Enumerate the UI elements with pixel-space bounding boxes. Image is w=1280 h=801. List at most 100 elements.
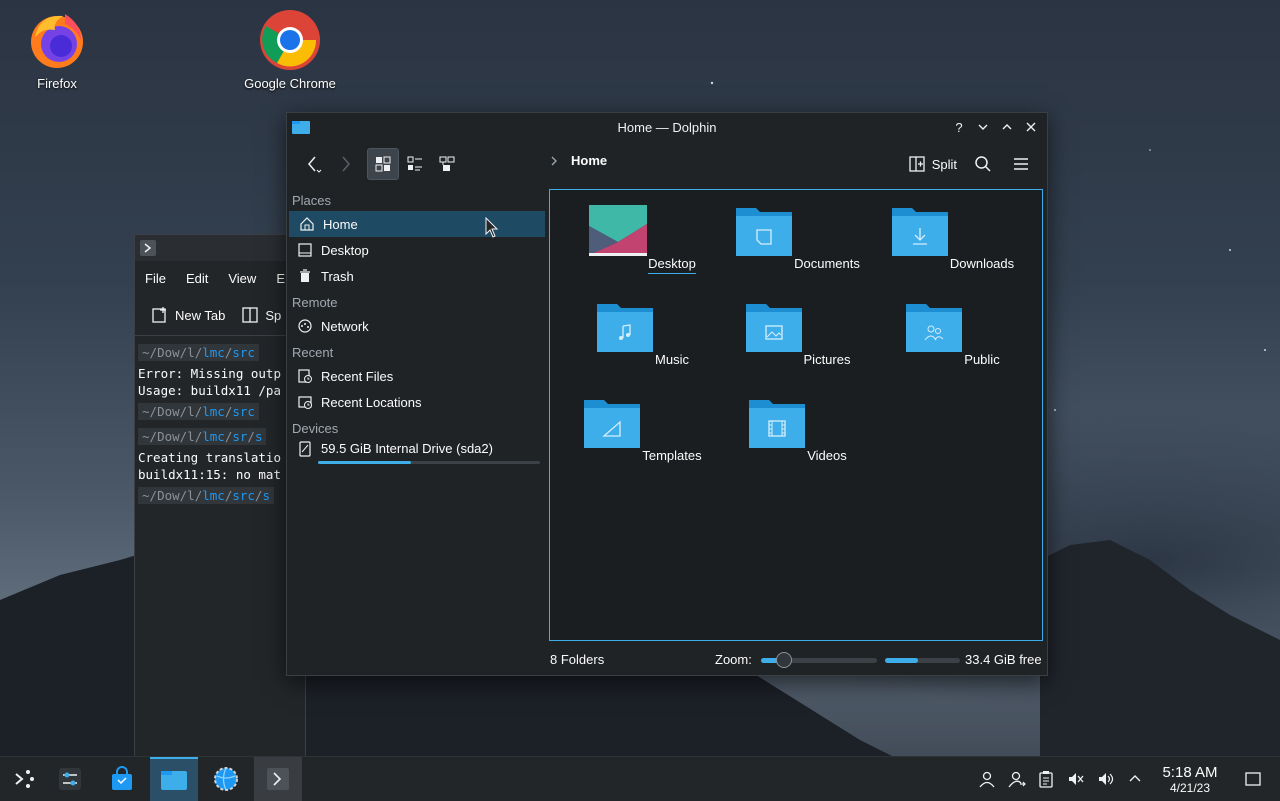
menu-view[interactable]: View [218, 271, 266, 286]
back-arrow-icon [308, 156, 322, 173]
places-section-places: Places [292, 193, 332, 208]
store-bag-icon [112, 766, 132, 790]
split-view-button[interactable]: Sp [225, 306, 281, 324]
places-item-trash[interactable]: Trash [287, 263, 547, 289]
volume-tray[interactable] [1093, 757, 1119, 801]
minimize-button[interactable] [973, 117, 993, 137]
hamburger-menu-button[interactable] [1005, 148, 1037, 180]
browser-task[interactable] [202, 757, 250, 801]
folder-videos[interactable]: Videos [732, 396, 862, 463]
places-section-remote: Remote [292, 295, 338, 310]
user-switch-icon [1008, 771, 1026, 788]
system-settings-task[interactable] [46, 757, 94, 801]
chrome-label: Google Chrome [244, 76, 336, 91]
folder-desktop[interactable]: Desktop [577, 204, 707, 274]
folder-templates[interactable]: Templates [577, 396, 707, 463]
dolphin-window[interactable]: Home — Dolphin ? Home Split Places Home … [286, 112, 1048, 676]
prompt-path-segment: l [187, 345, 195, 360]
downloads-folder-icon [891, 208, 948, 256]
details-view-button[interactable] [431, 148, 463, 180]
places-item-label: Desktop [321, 242, 369, 258]
prompt-tilde: ~ [142, 488, 150, 503]
prompt-path-segment: Dow [157, 488, 180, 503]
terminal-output[interactable]: ~/Dow/l/lmc/src Error: Missing outp Usage:… [135, 336, 305, 512]
digital-clock[interactable]: 5:18 AM 4/21/23 [1150, 765, 1230, 796]
folder-public[interactable]: Public [887, 300, 1017, 367]
dolphin-task[interactable] [150, 757, 198, 801]
icons-view-icon [375, 156, 391, 172]
prompt-path-segment: src [232, 488, 255, 503]
menu-edit[interactable]: Edit [176, 271, 218, 286]
folder-count: 8 Folders [550, 652, 605, 667]
prompt-path-segment: lmc [202, 488, 225, 503]
split-label: Sp [265, 307, 282, 323]
mic-muted-tray[interactable] [1063, 757, 1089, 801]
places-item-label: Home [323, 216, 358, 232]
firefox-desktop-icon[interactable]: Firefox [2, 8, 112, 91]
konsole-window[interactable]: File Edit View E New Tab Sp ~/Dow/l/lmc/… [134, 234, 306, 760]
places-item-network[interactable]: Network [287, 313, 547, 339]
clipboard-tray[interactable] [1033, 757, 1059, 801]
folder-icon [161, 771, 187, 790]
zoom-slider[interactable] [761, 652, 877, 668]
places-item-desktop[interactable]: Desktop [287, 237, 547, 263]
split-view-icon [909, 156, 925, 172]
kde-connect-tray[interactable] [1004, 757, 1030, 801]
split-label: Split [931, 156, 957, 172]
breadcrumb[interactable]: Home [549, 153, 607, 168]
split-button[interactable]: Split [904, 148, 961, 180]
show-desktop-button[interactable] [1240, 757, 1266, 801]
recent-locations-icon [298, 396, 312, 409]
folder-documents[interactable]: Documents [732, 204, 862, 271]
music-folder-icon [597, 304, 654, 352]
konsole-titlebar[interactable] [135, 235, 305, 261]
search-button[interactable] [967, 148, 999, 180]
forward-button[interactable] [329, 148, 361, 180]
terminal-line: Error: Missing outp [138, 366, 281, 381]
places-section-recent: Recent [292, 345, 334, 360]
status-bar: 8 Folders Zoom: 33.4 GiB free [287, 645, 1047, 675]
folder-music[interactable]: Music [577, 300, 707, 367]
drive-icon [299, 441, 311, 457]
close-button[interactable] [1021, 117, 1041, 137]
dolphin-titlebar[interactable]: Home — Dolphin ? [287, 113, 1047, 141]
app-launcher-button[interactable] [0, 757, 48, 801]
dolphin-toolbar: Home Split [287, 141, 1047, 187]
places-item-recent-locations[interactable]: Recent Locations [287, 389, 547, 415]
breadcrumb-home[interactable]: Home [571, 153, 607, 168]
free-space-bar [885, 658, 960, 663]
folder-view[interactable]: Desktop Documents Downloads Music Pictur… [549, 189, 1043, 641]
show-hidden-icons-tray[interactable] [1122, 757, 1148, 801]
shell-prompt: ~/Dow/l/lmc/sr/s [138, 428, 267, 445]
folder-label: Templates [642, 448, 702, 463]
maximize-button[interactable] [997, 117, 1017, 137]
places-item-home[interactable]: Home [289, 211, 545, 237]
discover-task[interactable] [98, 757, 146, 801]
prompt-path-segment: s [262, 488, 270, 503]
user-tray[interactable] [974, 757, 1000, 801]
firefox-label: Firefox [37, 76, 77, 91]
places-item-recent-files[interactable]: Recent Files [287, 363, 547, 389]
shell-prompt: ~/Dow/l/lmc/src/s [138, 487, 274, 504]
icons-view-button[interactable] [367, 148, 399, 180]
prompt-path-segment: sr [232, 429, 248, 444]
places-item-label: Network [321, 318, 369, 334]
places-item-drive[interactable]: 59.5 GiB Internal Drive (sda2) [287, 439, 547, 471]
new-tab-button[interactable]: New Tab [135, 306, 225, 324]
zoom-slider-handle[interactable] [776, 652, 793, 668]
folder-downloads[interactable]: Downloads [887, 204, 1017, 271]
back-button[interactable] [297, 148, 329, 180]
prompt-path-segment: l [187, 488, 195, 503]
chrome-desktop-icon[interactable]: Google Chrome [235, 8, 345, 91]
drive-usage-bar [318, 461, 540, 464]
menu-file[interactable]: File [135, 271, 176, 286]
help-button[interactable]: ? [949, 117, 969, 137]
documents-folder-icon [736, 208, 793, 256]
folder-pictures[interactable]: Pictures [732, 300, 862, 367]
folder-label: Pictures [803, 352, 851, 367]
recent-files-icon [298, 369, 312, 383]
konsole-task[interactable] [254, 757, 302, 801]
folder-label: Desktop [648, 256, 696, 274]
compact-view-button[interactable] [399, 148, 431, 180]
places-panel: Places Home Desktop Trash Remote Network R… [287, 187, 547, 643]
